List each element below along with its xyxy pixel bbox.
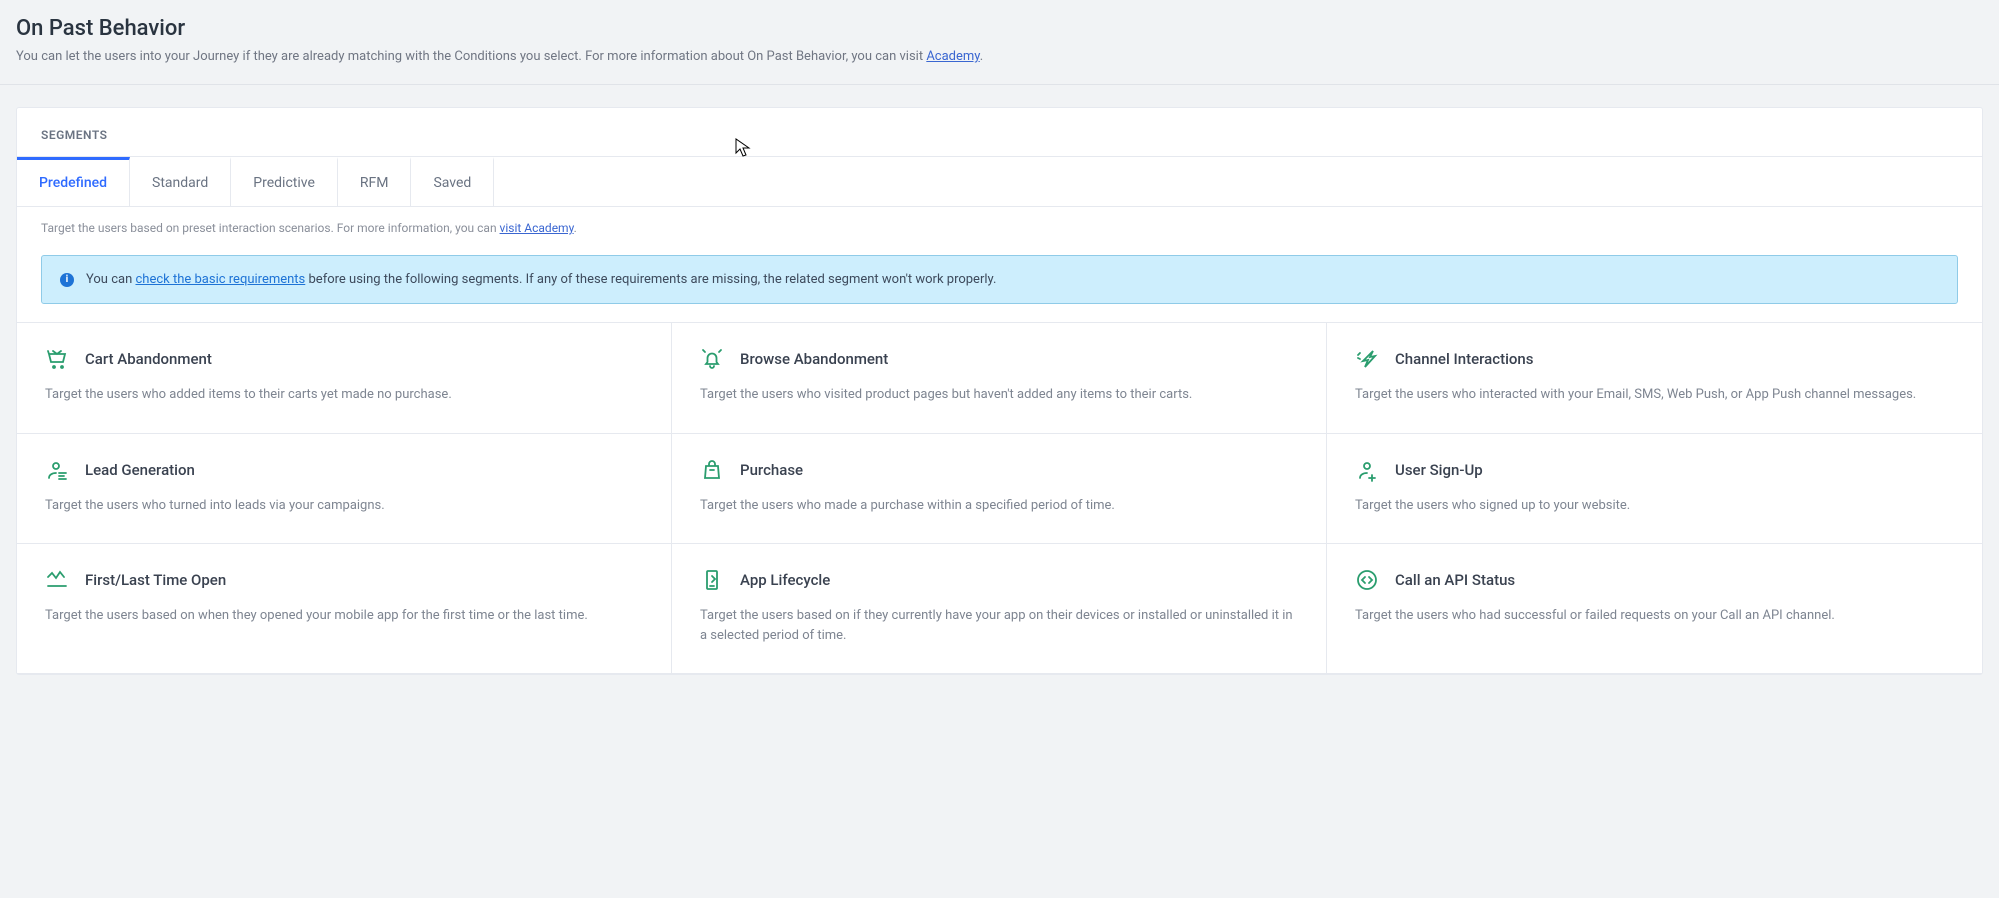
- subtitle-text-after: .: [980, 49, 983, 64]
- bell-icon: [700, 347, 724, 371]
- page-title: On Past Behavior: [16, 16, 1983, 41]
- card-desc: Target the users who visited product pag…: [700, 385, 1298, 405]
- time-open-icon: [45, 568, 69, 592]
- page-header: On Past Behavior You can let the users i…: [0, 0, 1999, 85]
- panel-label: SEGMENTS: [17, 108, 1982, 157]
- tab-predictive[interactable]: Predictive: [231, 157, 338, 206]
- card-title: User Sign-Up: [1395, 461, 1483, 479]
- card-head: First/Last Time Open: [45, 568, 643, 592]
- card-head: Cart Abandonment: [45, 347, 643, 371]
- tab-desc-before: Target the users based on preset interac…: [41, 221, 500, 235]
- card-head: User Sign-Up: [1355, 458, 1954, 482]
- segment-card-channel-interactions[interactable]: Channel Interactions Target the users wh…: [1327, 323, 1982, 434]
- segment-card-first-last-open[interactable]: First/Last Time Open Target the users ba…: [17, 544, 672, 674]
- api-icon: [1355, 568, 1379, 592]
- card-desc: Target the users who signed up to your w…: [1355, 496, 1954, 516]
- cart-icon: [45, 347, 69, 371]
- tab-predefined[interactable]: Predefined: [17, 157, 130, 206]
- page-subtitle: You can let the users into your Journey …: [16, 49, 1983, 64]
- card-title: Purchase: [740, 461, 803, 479]
- card-head: Call an API Status: [1355, 568, 1954, 592]
- lead-icon: [45, 458, 69, 482]
- card-head: Purchase: [700, 458, 1298, 482]
- card-title: First/Last Time Open: [85, 571, 226, 589]
- card-head: Browse Abandonment: [700, 347, 1298, 371]
- segment-card-app-lifecycle[interactable]: App Lifecycle Target the users based on …: [672, 544, 1327, 674]
- card-desc: Target the users who made a purchase wit…: [700, 496, 1298, 516]
- segments-grid: Cart Abandonment Target the users who ad…: [17, 322, 1982, 674]
- card-title: Channel Interactions: [1395, 350, 1533, 368]
- segments-panel: SEGMENTS Predefined Standard Predictive …: [16, 107, 1983, 675]
- user-add-icon: [1355, 458, 1379, 482]
- tab-description: Target the users based on preset interac…: [17, 207, 1982, 249]
- card-title: Cart Abandonment: [85, 350, 212, 368]
- card-desc: Target the users who had successful or f…: [1355, 606, 1954, 626]
- segment-card-user-signup[interactable]: User Sign-Up Target the users who signed…: [1327, 434, 1982, 545]
- segment-card-browse-abandonment[interactable]: Browse Abandonment Target the users who …: [672, 323, 1327, 434]
- visit-academy-link[interactable]: visit Academy: [500, 221, 574, 235]
- card-title: Browse Abandonment: [740, 350, 888, 368]
- info-text: You can check the basic requirements bef…: [86, 272, 996, 287]
- tab-desc-after: .: [574, 221, 577, 235]
- card-title: Lead Generation: [85, 461, 195, 479]
- academy-link[interactable]: Academy: [926, 49, 979, 64]
- info-banner: i You can check the basic requirements b…: [41, 255, 1958, 304]
- segment-card-lead-generation[interactable]: Lead Generation Target the users who tur…: [17, 434, 672, 545]
- subtitle-text-before: You can let the users into your Journey …: [16, 49, 926, 64]
- phone-icon: [700, 568, 724, 592]
- card-desc: Target the users who turned into leads v…: [45, 496, 643, 516]
- tab-standard[interactable]: Standard: [130, 157, 231, 206]
- spark-icon: [1355, 347, 1379, 371]
- info-after: before using the following segments. If …: [305, 272, 996, 287]
- card-title: Call an API Status: [1395, 571, 1515, 589]
- tab-saved[interactable]: Saved: [411, 157, 494, 206]
- segment-card-call-api-status[interactable]: Call an API Status Target the users who …: [1327, 544, 1982, 674]
- card-title: App Lifecycle: [740, 571, 830, 589]
- info-before: You can: [86, 272, 135, 287]
- card-desc: Target the users based on when they open…: [45, 606, 643, 626]
- requirements-link[interactable]: check the basic requirements: [135, 272, 305, 287]
- info-icon: i: [60, 273, 74, 287]
- tab-rfm[interactable]: RFM: [338, 157, 412, 206]
- card-head: Lead Generation: [45, 458, 643, 482]
- bag-icon: [700, 458, 724, 482]
- card-head: Channel Interactions: [1355, 347, 1954, 371]
- segment-card-cart-abandonment[interactable]: Cart Abandonment Target the users who ad…: [17, 323, 672, 434]
- card-desc: Target the users who added items to thei…: [45, 385, 643, 405]
- card-desc: Target the users who interacted with you…: [1355, 385, 1954, 405]
- tabs: Predefined Standard Predictive RFM Saved: [17, 157, 1982, 207]
- card-desc: Target the users based on if they curren…: [700, 606, 1298, 645]
- segment-card-purchase[interactable]: Purchase Target the users who made a pur…: [672, 434, 1327, 545]
- card-head: App Lifecycle: [700, 568, 1298, 592]
